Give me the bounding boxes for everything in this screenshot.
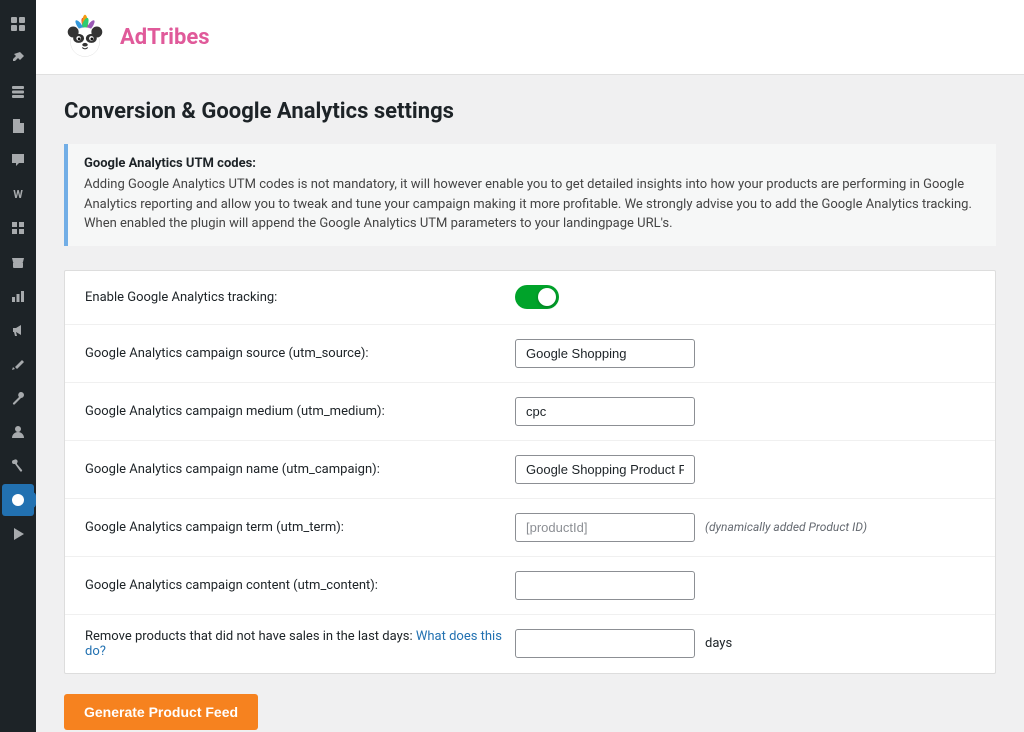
sidebar-icon-tools[interactable]	[2, 450, 34, 482]
settings-table: Enable Google Analytics tracking: Google…	[64, 270, 996, 674]
settings-row-utm-term: Google Analytics campaign term (utm_term…	[65, 499, 995, 557]
input-utm-term[interactable]	[515, 513, 695, 542]
sidebar-icon-comment[interactable]	[2, 144, 34, 176]
settings-row-utm-campaign: Google Analytics campaign name (utm_camp…	[65, 441, 995, 499]
value-utm-source	[515, 339, 975, 368]
logo-bar: AdTribes	[36, 0, 1024, 75]
label-remove-products: Remove products that did not have sales …	[85, 629, 515, 659]
value-utm-medium	[515, 397, 975, 426]
settings-row-utm-medium: Google Analytics campaign medium (utm_me…	[65, 383, 995, 441]
value-utm-term: (dynamically added Product ID)	[515, 513, 975, 542]
label-utm-content: Google Analytics campaign content (utm_c…	[85, 578, 515, 593]
label-utm-term: Google Analytics campaign term (utm_term…	[85, 520, 515, 535]
settings-row-utm-source: Google Analytics campaign source (utm_so…	[65, 325, 995, 383]
value-utm-content	[515, 571, 975, 600]
label-enable-tracking: Enable Google Analytics tracking:	[85, 290, 515, 305]
label-utm-campaign: Google Analytics campaign name (utm_camp…	[85, 462, 515, 477]
value-remove-products: days	[515, 629, 975, 658]
input-utm-content[interactable]	[515, 571, 695, 600]
label-utm-source: Google Analytics campaign source (utm_so…	[85, 346, 515, 361]
days-label: days	[705, 636, 732, 651]
sidebar-icon-dashboard[interactable]	[2, 8, 34, 40]
input-utm-medium[interactable]	[515, 397, 695, 426]
sidebar-icon-chart[interactable]	[2, 280, 34, 312]
sidebar-icon-wrench[interactable]	[2, 382, 34, 414]
page-content: Conversion & Google Analytics settings G…	[36, 75, 1024, 732]
generate-product-feed-button[interactable]: Generate Product Feed	[64, 694, 258, 730]
info-box-title: Google Analytics UTM codes:	[84, 156, 980, 171]
sidebar-icon-stack[interactable]	[2, 76, 34, 108]
sidebar-icon-user[interactable]	[2, 416, 34, 448]
info-box-text: Adding Google Analytics UTM codes is not…	[84, 175, 980, 234]
sidebar-icon-woo[interactable]: W	[2, 178, 34, 210]
sidebar: W	[0, 0, 36, 732]
sidebar-icon-grid[interactable]	[2, 212, 34, 244]
page-title: Conversion & Google Analytics settings	[64, 99, 996, 124]
info-box: Google Analytics UTM codes: Adding Googl…	[64, 144, 996, 246]
value-enable-tracking	[515, 285, 975, 309]
label-utm-medium: Google Analytics campaign medium (utm_me…	[85, 404, 515, 419]
logo-image	[60, 12, 110, 62]
input-utm-campaign[interactable]	[515, 455, 695, 484]
main-content: AdTribes Conversion & Google Analytics s…	[36, 0, 1024, 732]
toggle-google-analytics[interactable]	[515, 285, 559, 309]
input-utm-source[interactable]	[515, 339, 695, 368]
sidebar-icon-page[interactable]	[2, 110, 34, 142]
toggle-thumb	[538, 288, 556, 306]
sidebar-icon-brush[interactable]	[2, 348, 34, 380]
value-utm-campaign	[515, 455, 975, 484]
sidebar-icon-megaphone[interactable]	[2, 314, 34, 346]
sidebar-icon-adtribes[interactable]	[2, 484, 34, 516]
settings-row-utm-content: Google Analytics campaign content (utm_c…	[65, 557, 995, 615]
utm-term-hint: (dynamically added Product ID)	[705, 520, 867, 534]
sidebar-icon-store[interactable]	[2, 246, 34, 278]
sidebar-icon-play[interactable]	[2, 518, 34, 550]
logo-text: AdTribes	[120, 25, 210, 50]
settings-row-enable: Enable Google Analytics tracking:	[65, 271, 995, 325]
sidebar-icon-pin[interactable]	[2, 42, 34, 74]
input-remove-products-days[interactable]	[515, 629, 695, 658]
settings-row-remove-products: Remove products that did not have sales …	[65, 615, 995, 673]
